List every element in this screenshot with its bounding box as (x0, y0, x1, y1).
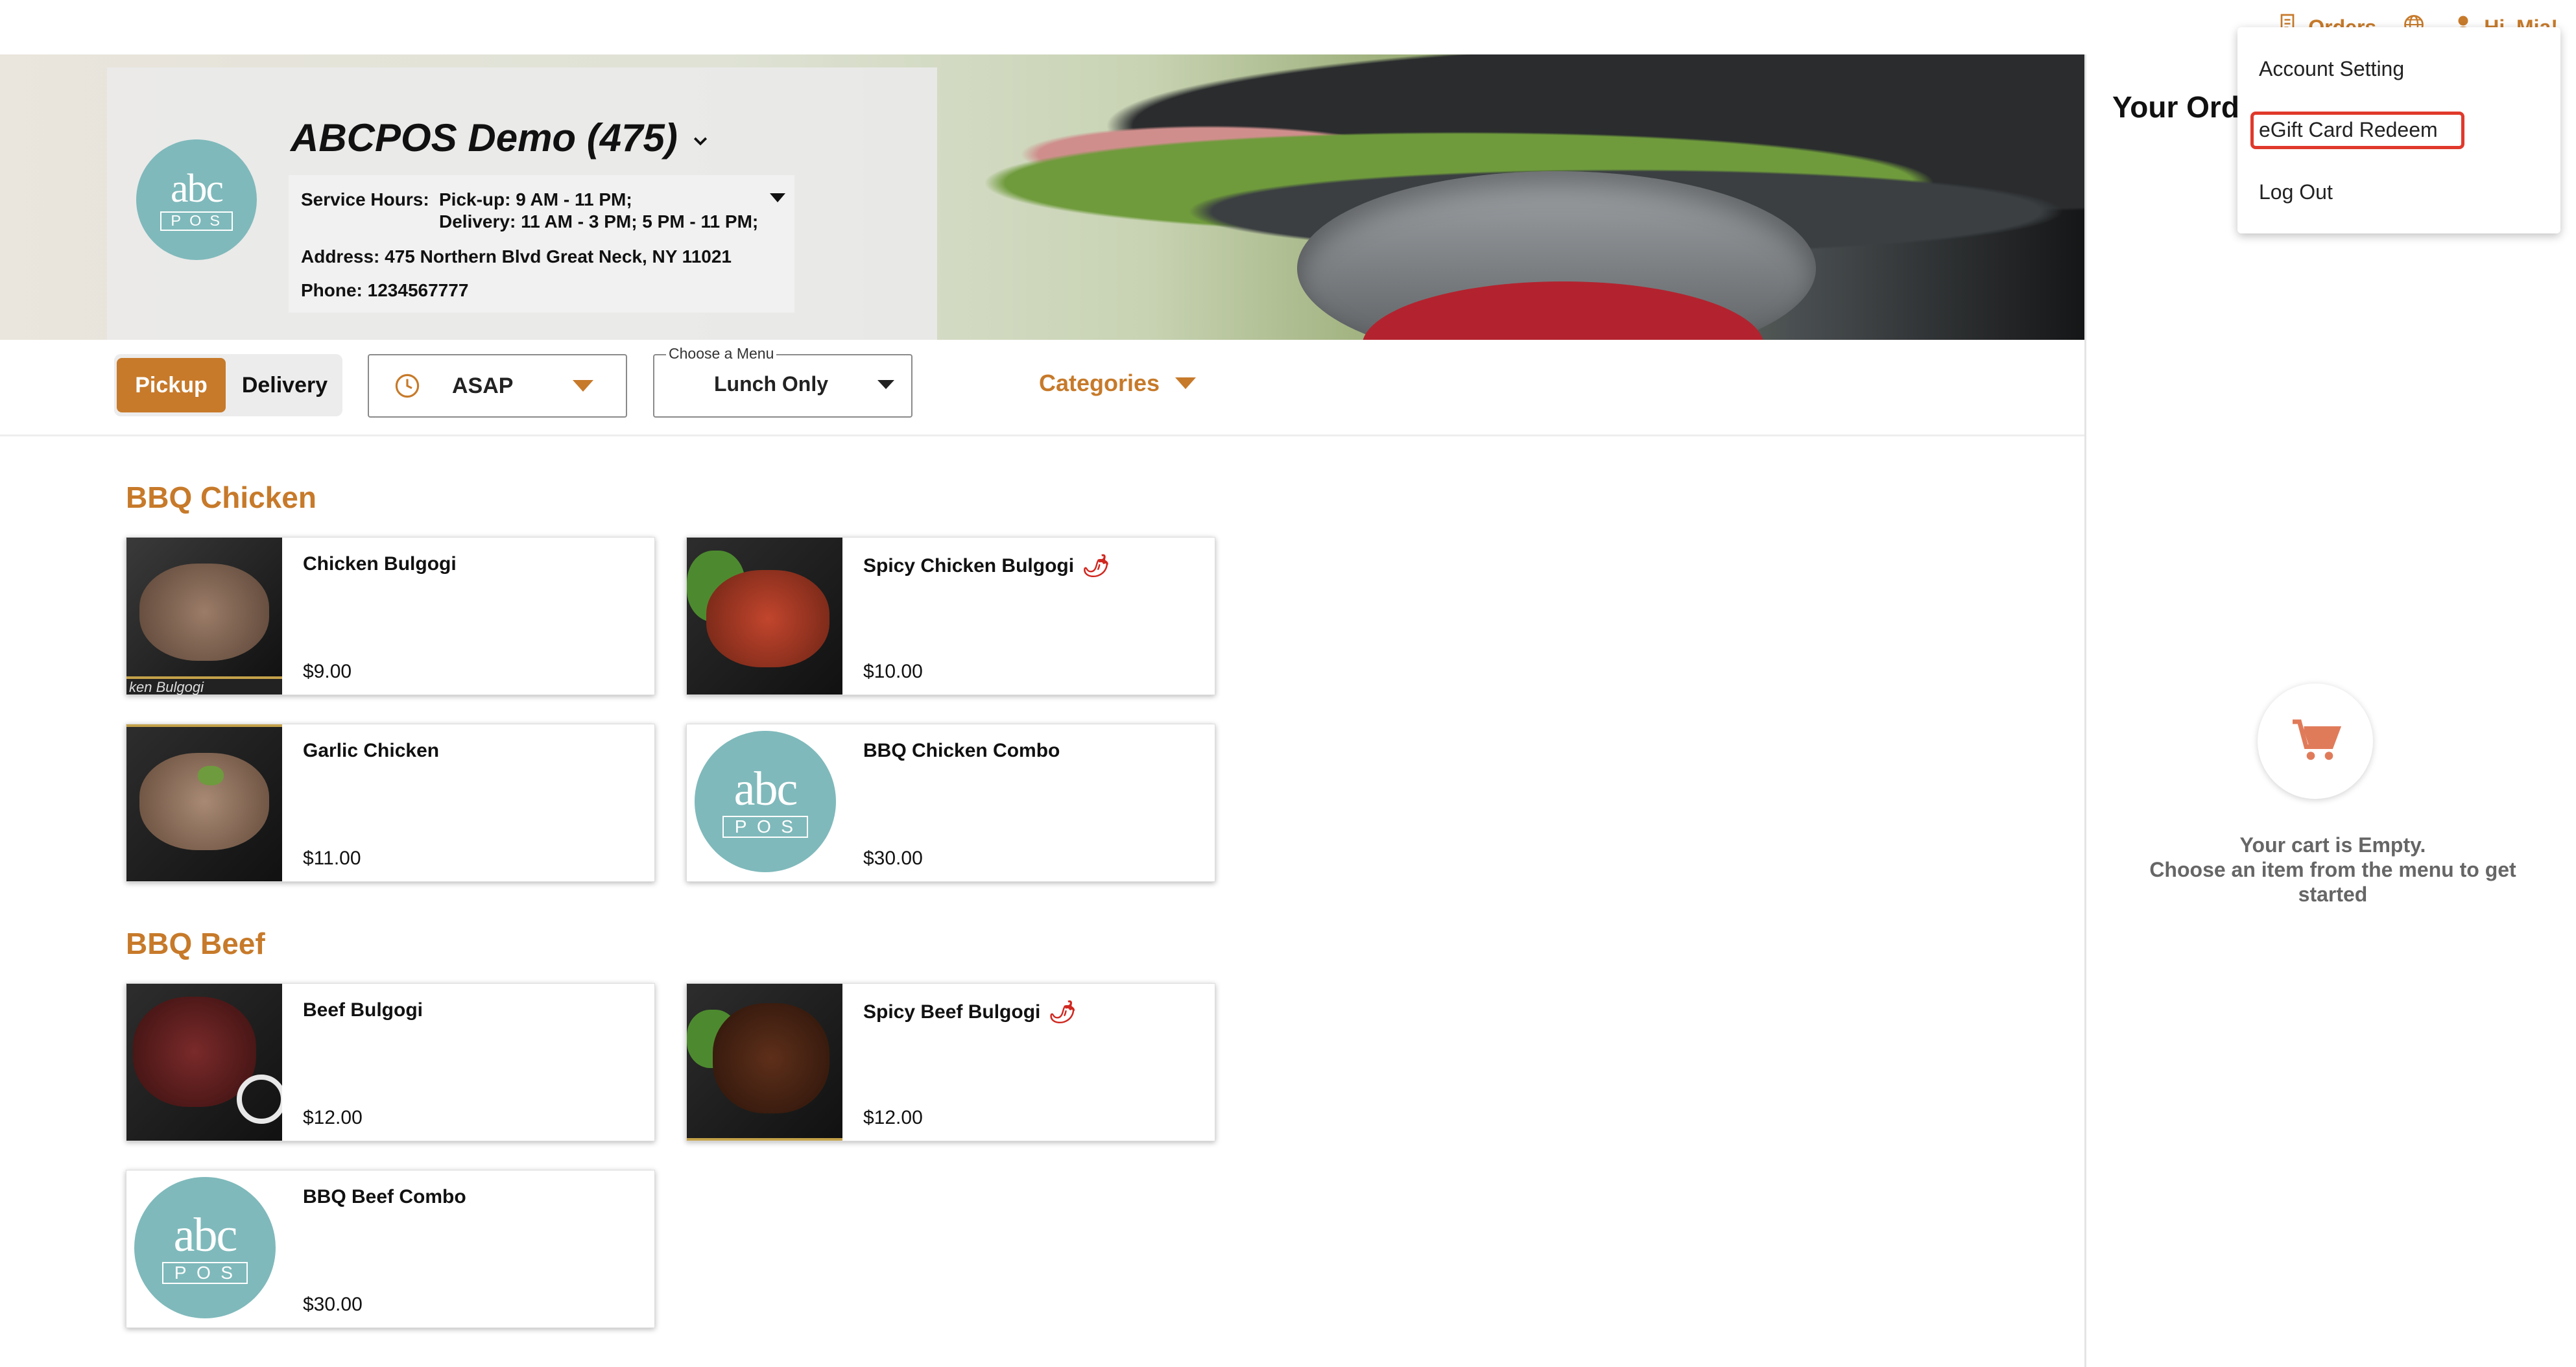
top-bar: Orders Hi, Mia! (0, 0, 2576, 54)
caret-down-icon (1175, 377, 1197, 389)
store-phone: Phone: 1234567777 (301, 280, 469, 300)
order-type-toggle: Pickup Delivery (114, 354, 342, 416)
store-logo: abc POS (136, 139, 257, 260)
item-name: BBQ Chicken Combo (863, 740, 1060, 761)
cart-sidebar: Your Ord Your cart is Empty. Choose an i… (2084, 54, 2576, 1367)
item-price: $12.00 (303, 1107, 363, 1128)
empty-cart-message: Your cart is Empty. Choose an item from … (2149, 833, 2516, 906)
order-controls: Pickup Delivery ASAP Choose a Menu Lunch… (0, 340, 2084, 436)
caret-down-icon (573, 380, 593, 392)
item-name: Chicken Bulgogi (303, 553, 457, 575)
item-price: $11.00 (303, 848, 361, 869)
item-price: $9.00 (303, 661, 352, 682)
food-image: abc POS (126, 1171, 282, 1327)
food-image (126, 724, 282, 881)
item-price: $30.00 (863, 848, 923, 869)
menu-item-card[interactable]: Spicy Chicken Bulgogi 🌶 $10.00 (686, 537, 1215, 695)
food-image (687, 538, 842, 695)
item-name: Beef Bulgogi (303, 999, 423, 1021)
menu-item-card[interactable]: Garlic Chicken $11.00 (126, 724, 655, 882)
food-image (126, 984, 282, 1141)
menu-select[interactable]: Choose a Menu Lunch Only (653, 345, 912, 418)
menu-value: Lunch Only (714, 372, 828, 396)
food-image (687, 984, 842, 1141)
cart-icon-container (2258, 684, 2373, 799)
menu-item-card[interactable]: Beef Bulgogi $12.00 (126, 983, 655, 1141)
abcpos-logo: abc POS (695, 731, 836, 872)
pickup-hours: Pick-up: 9 AM - 11 PM; (439, 189, 632, 209)
food-image: abc POS (687, 724, 842, 881)
store-details: Service Hours: Pick-up: 9 AM - 11 PM; De… (289, 175, 794, 313)
store-name: ABCPOS Demo (475) (291, 116, 678, 160)
user-dropdown-menu: Account Setting eGift Card Redeem Log Ou… (2237, 27, 2560, 233)
abcpos-logo: abc POS (134, 1177, 276, 1318)
item-name: Garlic Chicken (303, 740, 440, 761)
menu-select-legend: Choose a Menu (666, 345, 777, 363)
item-price: $10.00 (863, 661, 923, 682)
categories-dropdown[interactable]: Categories (1039, 370, 1197, 397)
menu-item-card[interactable]: Spicy Beef Bulgogi 🌶 $12.00 (686, 983, 1215, 1141)
chevron-down-icon (691, 115, 710, 160)
chili-pepper-icon: 🌶 (1082, 554, 1110, 578)
clock-icon (394, 372, 421, 403)
food-image: ken Bulgogi (126, 538, 282, 695)
delivery-button[interactable]: Delivery (230, 358, 340, 412)
account-setting-item[interactable]: Account Setting (2259, 57, 2404, 81)
item-name: Spicy Beef Bulgogi 🌶 (863, 1000, 1077, 1025)
menu-item-card[interactable]: abc POS BBQ Chicken Combo $30.00 (686, 724, 1215, 882)
pickup-button[interactable]: Pickup (117, 358, 226, 412)
caret-down-icon (877, 380, 894, 389)
item-price: $30.00 (303, 1294, 363, 1315)
store-name-selector[interactable]: ABCPOS Demo (475) (291, 115, 710, 160)
item-name: Spicy Chicken Bulgogi 🌶 (863, 554, 1110, 578)
cart-icon (2288, 713, 2343, 770)
item-price: $12.00 (863, 1107, 923, 1128)
item-name: BBQ Beef Combo (303, 1186, 466, 1207)
menu-item-card[interactable]: abc POS BBQ Beef Combo $30.00 (126, 1170, 655, 1328)
time-select[interactable]: ASAP (368, 354, 627, 418)
categories-label: Categories (1039, 370, 1160, 396)
store-address: Address: 475 Northern Blvd Great Neck, N… (301, 246, 732, 267)
cart-title: Your Ord (2112, 90, 2239, 124)
chili-pepper-icon: 🌶 (1048, 1000, 1077, 1025)
delivery-hours: Delivery: 11 AM - 3 PM; 5 PM - 11 PM; (439, 211, 759, 232)
menu-item-card[interactable]: ken Bulgogi Chicken Bulgogi $9.00 (126, 537, 655, 695)
hours-expand-icon[interactable] (770, 193, 785, 202)
egift-card-redeem-item[interactable]: eGift Card Redeem (2259, 118, 2438, 142)
time-value: ASAP (452, 374, 514, 398)
log-out-item[interactable]: Log Out (2259, 180, 2333, 204)
hours-label: Service Hours: (301, 189, 429, 209)
section-title: BBQ Beef (126, 927, 265, 960)
section-title: BBQ Chicken (126, 481, 316, 514)
